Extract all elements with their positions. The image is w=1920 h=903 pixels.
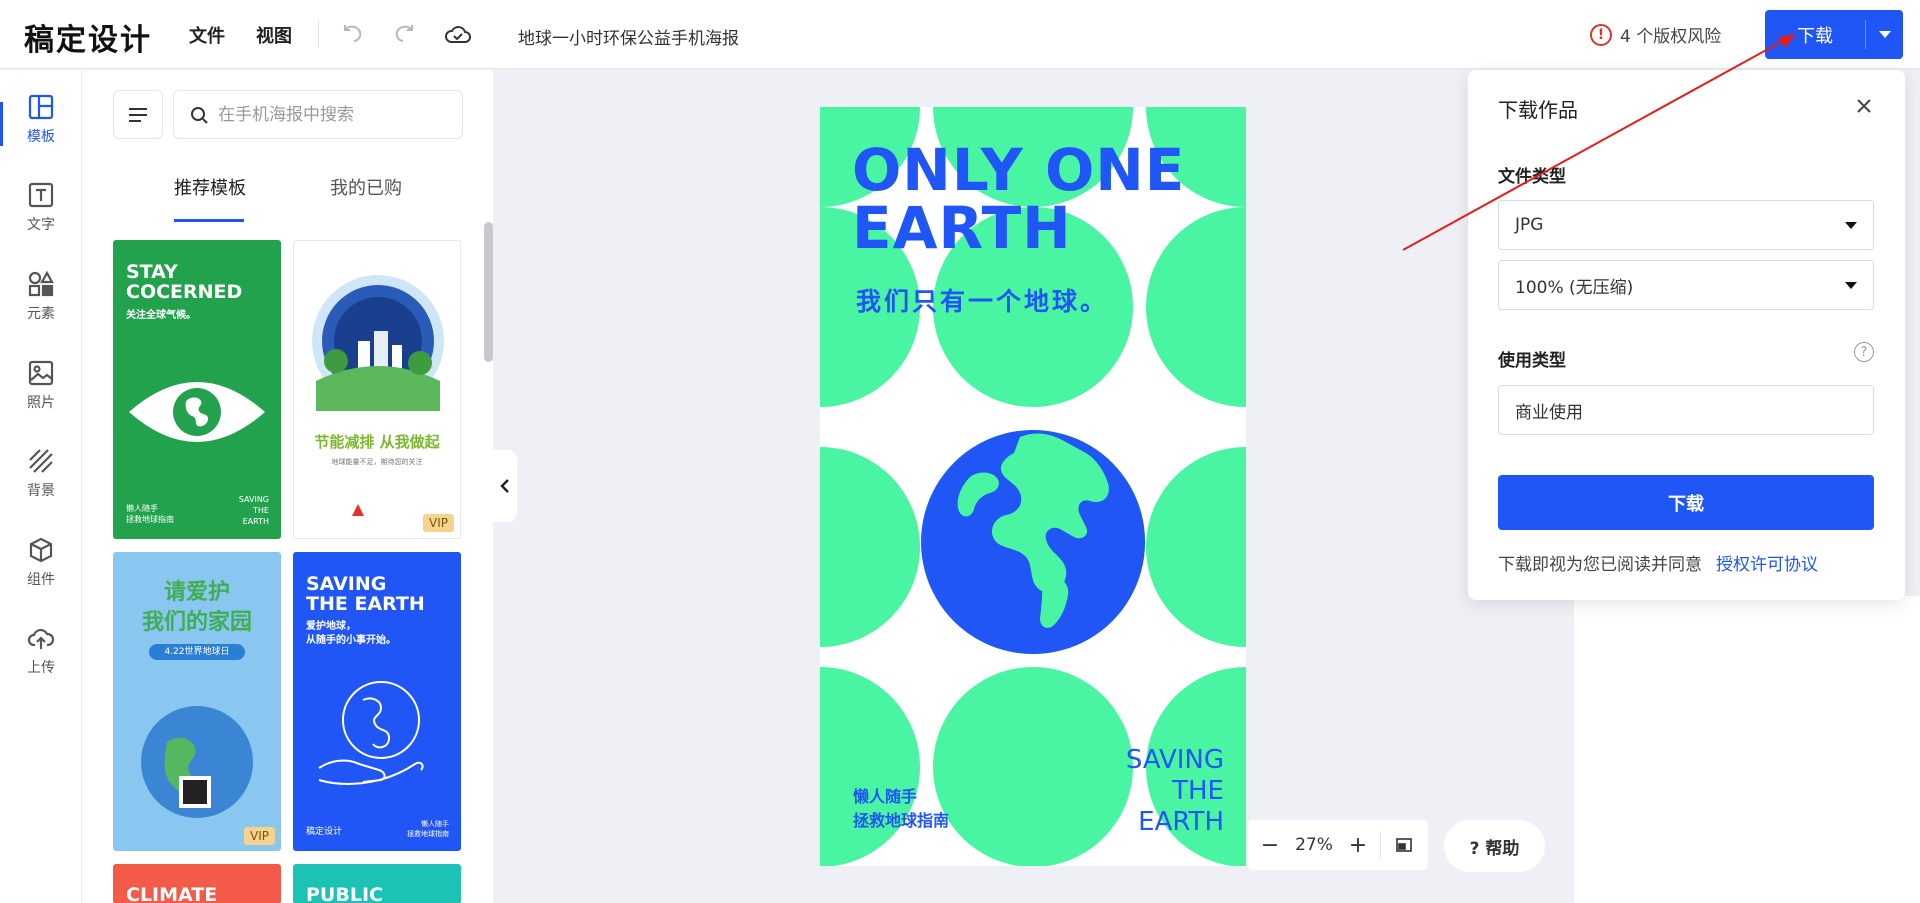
download-dropdown[interactable]: [1866, 10, 1903, 59]
template-card[interactable]: 节能减排 从我做起 地球能量不足，期待您的关注 VIP: [293, 240, 461, 539]
copyright-risk-text: 4 个版权风险: [1620, 27, 1722, 47]
cloud-save-icon[interactable]: [443, 20, 473, 50]
chevron-down-icon: [1845, 221, 1857, 229]
tab-recommended[interactable]: 推荐模板: [174, 174, 246, 200]
menu-view[interactable]: 视图: [256, 22, 292, 48]
chevron-left-icon: [500, 479, 509, 493]
template-card[interactable]: CLIMATE: [113, 864, 281, 903]
template-panel: 推荐模板 我的已购 STAY COCERNED 关注全球气候。 懒人随手 拯救地…: [82, 70, 493, 903]
text-icon: [28, 182, 54, 208]
hand-drawn-earth: [141, 706, 253, 818]
chevron-down-icon: [1878, 31, 1891, 38]
photo-icon: [28, 360, 54, 386]
poster-canvas[interactable]: ONLY ONE EARTH 我们只有一个地球。 懒人随手 拯救地球指南 SAV…: [820, 107, 1246, 866]
vip-badge: VIP: [244, 827, 275, 845]
elements-icon: [28, 271, 54, 297]
menu-icon: [129, 107, 147, 122]
usage-type-label: 使用类型: [1498, 351, 1566, 371]
template-card[interactable]: SAVING THE EARTH 爱护地球， 从随手的小事开始。 稿定设计 懒人…: [293, 552, 461, 851]
download-button-group: 下载: [1765, 10, 1903, 59]
filter-button[interactable]: [113, 90, 163, 139]
tool-rail: 模板 文字 元素 照片 背景 组件 上传: [0, 70, 82, 903]
rail-item-template[interactable]: 模板: [0, 94, 82, 168]
license-link[interactable]: 授权许可协议: [1716, 550, 1818, 575]
poster-bottom-right[interactable]: SAVING THE EARTH: [1126, 745, 1224, 838]
copyright-risk[interactable]: ! 4 个版权风险: [1590, 22, 1721, 47]
rail-item-background[interactable]: 背景: [0, 448, 82, 522]
component-icon: [29, 537, 53, 563]
hand-globe-icon: [318, 681, 424, 785]
rail-item-text[interactable]: 文字: [0, 182, 82, 256]
close-icon: [1857, 99, 1871, 113]
menu-file[interactable]: 文件: [189, 22, 225, 48]
download-popover: 下载作品 文件类型 JPG 100% (无压缩) 使用类型 ? 商业使用 下载 …: [1468, 70, 1905, 600]
template-icon: [28, 94, 54, 120]
brand-logo-icon: [352, 504, 364, 516]
template-search: [173, 90, 463, 139]
minimap-button[interactable]: [1381, 838, 1427, 852]
question-icon[interactable]: ?: [1854, 342, 1874, 362]
confirm-download-button[interactable]: 下载: [1498, 475, 1874, 530]
right-panel-area: [1574, 596, 1920, 903]
rail-item-component[interactable]: 组件: [0, 537, 82, 611]
zoom-level[interactable]: 27%: [1292, 835, 1336, 855]
redo-icon[interactable]: [389, 20, 419, 50]
license-note: 下载即视为您已阅读并同意 授权许可协议: [1498, 550, 1818, 575]
minimap-icon: [1396, 838, 1412, 852]
poster-bottom-left[interactable]: 懒人随手 拯救地球指南: [853, 785, 949, 833]
usage-type-field[interactable]: 商业使用: [1498, 385, 1874, 435]
help-button[interactable]: ? 帮助: [1444, 820, 1545, 872]
poster-subtitle[interactable]: 我们只有一个地球。: [856, 282, 1108, 318]
background-icon: [29, 449, 53, 473]
template-card[interactable]: PUBLIC: [293, 864, 461, 903]
rail-item-elements[interactable]: 元素: [0, 271, 82, 345]
template-card[interactable]: STAY COCERNED 关注全球气候。 懒人随手 拯救地球指南 SAVING…: [113, 240, 281, 539]
zoom-control: − 27% +: [1248, 820, 1428, 870]
quality-select[interactable]: 100% (无压缩): [1498, 260, 1874, 310]
vip-badge: VIP: [423, 514, 454, 532]
city-illustration: [312, 275, 444, 411]
close-button[interactable]: [1850, 92, 1878, 120]
tab-indicator: [174, 219, 244, 222]
warning-icon: !: [1590, 23, 1612, 46]
app-logo[interactable]: 稿定设计: [24, 15, 152, 59]
tab-purchased[interactable]: 我的已购: [330, 174, 402, 200]
chevron-down-icon: [1845, 281, 1857, 289]
collapse-panel-button[interactable]: [493, 450, 517, 522]
eye-globe-icon: [129, 382, 265, 442]
upload-icon: [27, 628, 55, 649]
template-card[interactable]: 请爱护 我们的家园 4.22世界地球日 VIP: [113, 552, 281, 851]
zoom-in-button[interactable]: +: [1336, 833, 1380, 858]
rail-item-photo[interactable]: 照片: [0, 360, 82, 434]
rail-item-upload[interactable]: 上传: [0, 625, 82, 699]
search-icon: [191, 106, 208, 124]
earth-illustration: [921, 430, 1146, 655]
divider: [318, 20, 319, 48]
undo-icon[interactable]: [338, 20, 368, 50]
file-type-label: 文件类型: [1498, 167, 1566, 187]
poster-headline[interactable]: ONLY ONE EARTH: [852, 141, 1185, 257]
file-type-select[interactable]: JPG: [1498, 200, 1874, 250]
search-input[interactable]: [218, 104, 438, 125]
zoom-out-button[interactable]: −: [1248, 833, 1292, 858]
panel-scrollbar[interactable]: [484, 222, 493, 362]
download-button[interactable]: 下载: [1765, 10, 1865, 59]
popover-title: 下载作品: [1498, 98, 1578, 122]
top-bar: 稿定设计 文件 视图 地球一小时环保公益手机海报 ! 4 个版权风险 下载: [0, 0, 1920, 69]
document-title[interactable]: 地球一小时环保公益手机海报: [518, 24, 739, 49]
